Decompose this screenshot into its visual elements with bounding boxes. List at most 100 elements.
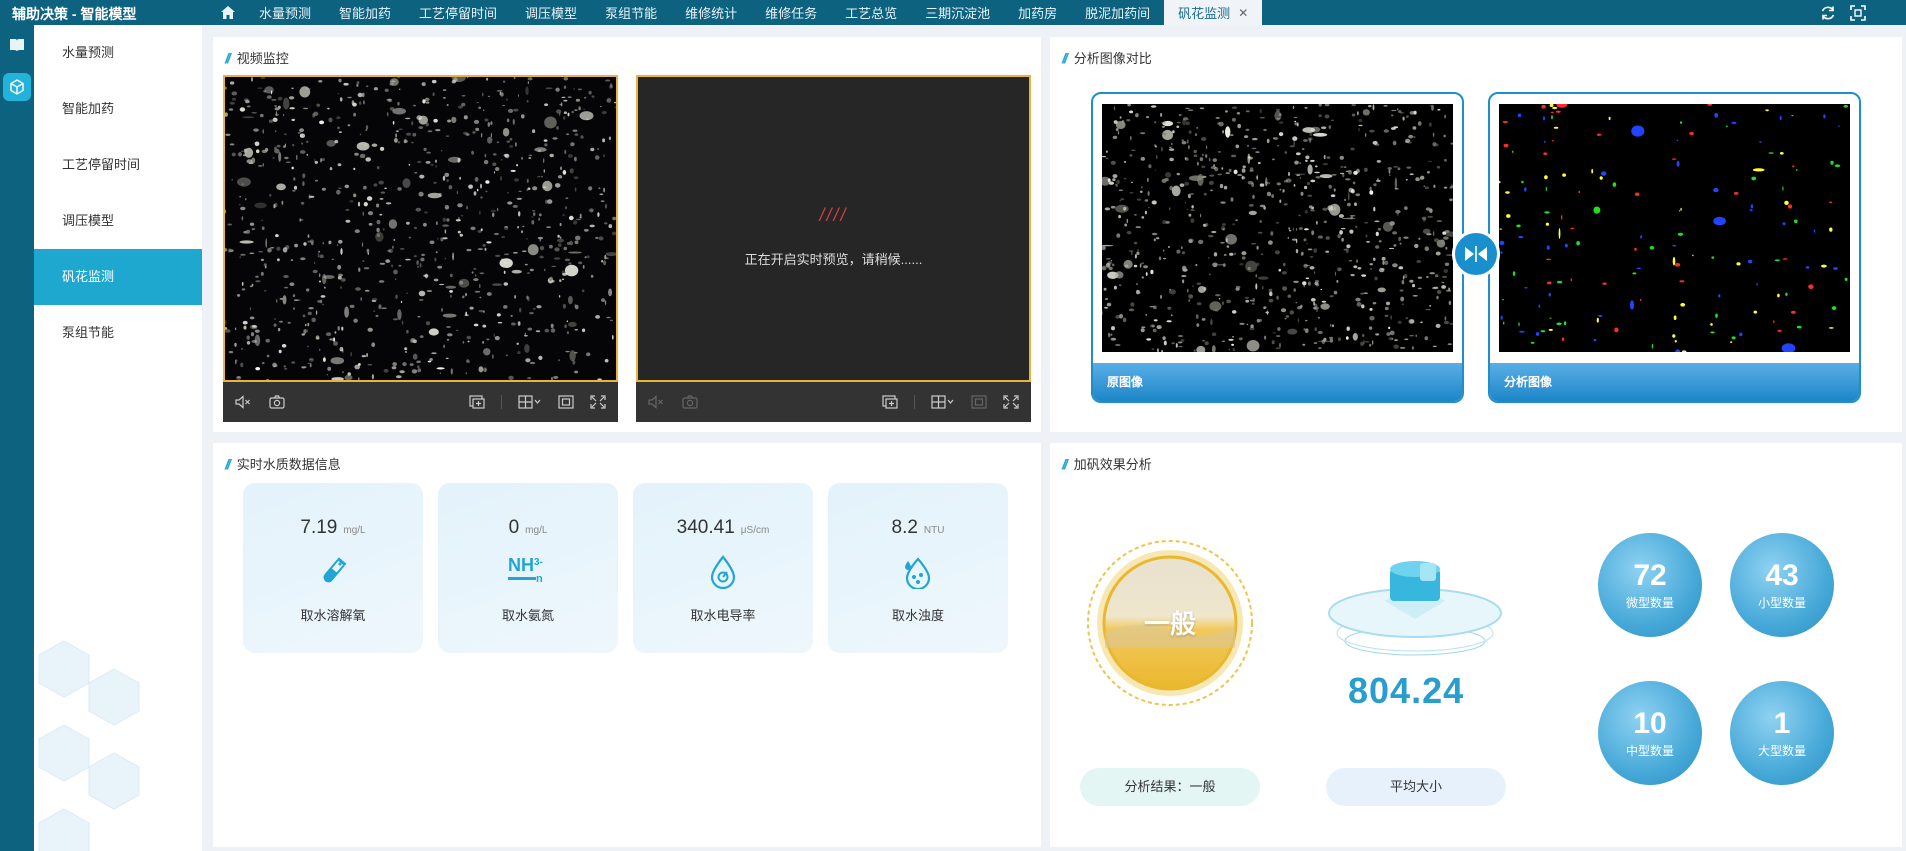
floc-particle [1316, 220, 1318, 225]
floc-particle [1222, 130, 1224, 134]
tab-pressure-model[interactable]: 调压模型 [511, 0, 591, 25]
floc-particle [1731, 121, 1737, 124]
video-player-1[interactable] [223, 75, 618, 422]
floc-particle [296, 154, 298, 161]
rail-model-button[interactable] [0, 69, 34, 105]
floc-particle [501, 236, 505, 238]
floc-particle [1436, 165, 1441, 169]
floc-particle [1321, 126, 1327, 130]
tab-maintenance-tasks[interactable]: 维修任务 [751, 0, 831, 25]
floc-particle [1141, 326, 1146, 328]
tab-floc-monitoring[interactable]: 矾花监测 ✕ [1164, 0, 1263, 25]
floc-particle [1252, 194, 1255, 199]
floc-particle [1206, 145, 1208, 150]
sidebar-item-retention-time[interactable]: 工艺停留时间 [34, 137, 202, 193]
floc-particle [283, 275, 289, 278]
floc-particle [1148, 164, 1152, 169]
floc-particle [307, 234, 310, 238]
fullscreen-icon[interactable] [1850, 4, 1866, 21]
floc-particle [1103, 287, 1107, 291]
refresh-icon[interactable] [1820, 5, 1836, 21]
floc-particle [291, 87, 294, 89]
video-player-2[interactable]: //// 正在开启实时预览，请稍候...... [636, 75, 1031, 422]
floc-particle [1167, 246, 1170, 248]
floc-particle [1426, 276, 1429, 278]
conductivity-drop-icon [710, 555, 736, 589]
floc-particle [366, 196, 373, 201]
mute-icon[interactable] [235, 395, 251, 409]
floc-particle [487, 122, 490, 127]
floc-particle [236, 376, 242, 380]
expand-icon[interactable] [1003, 395, 1019, 409]
floc-particle [502, 104, 506, 107]
floc-particle [242, 320, 248, 325]
sidebar-item-pressure-model[interactable]: 调压模型 [34, 193, 202, 249]
floc-particle [1347, 202, 1351, 207]
layout-grid-icon[interactable] [518, 395, 542, 409]
floc-particle [1176, 121, 1181, 124]
floc-particle [1115, 315, 1121, 319]
floc-particle [1442, 275, 1447, 279]
camera-icon[interactable] [682, 395, 698, 409]
sidebar-item-smart-dosing[interactable]: 智能加药 [34, 81, 202, 137]
tab-smart-dosing[interactable]: 智能加药 [325, 0, 405, 25]
sidebar-item-floc-monitoring[interactable]: 矾花监测 [34, 249, 202, 305]
floc-particle [1355, 193, 1361, 197]
floc-particle [1630, 300, 1634, 310]
sidebar-item-water-forecast[interactable]: 水量预测 [34, 25, 202, 81]
floc-particle [375, 231, 384, 242]
floc-particle [1231, 106, 1238, 109]
tab-process-overview[interactable]: 工艺总览 [831, 0, 911, 25]
floc-particle [1425, 207, 1431, 211]
floc-particle [1314, 327, 1317, 332]
floc-particle [1393, 166, 1399, 168]
original-image-label: 原图像 [1093, 363, 1462, 401]
tab-water-forecast[interactable]: 水量预测 [245, 0, 325, 25]
floc-particle [1307, 181, 1310, 186]
tab-pump-saving[interactable]: 泵组节能 [591, 0, 671, 25]
floc-particle [502, 127, 510, 137]
floc-particle [473, 323, 479, 327]
floc-particle [1294, 160, 1299, 165]
aspect-ratio-icon[interactable] [971, 395, 987, 409]
floc-particle [246, 341, 251, 345]
floc-particle [541, 175, 543, 178]
camera-icon[interactable] [269, 395, 285, 409]
record-icon[interactable] [882, 395, 898, 409]
floc-particle [400, 300, 403, 304]
close-icon[interactable]: ✕ [1238, 6, 1248, 20]
compare-slider-handle[interactable] [1452, 230, 1500, 278]
home-button[interactable] [210, 0, 245, 25]
floc-particle [1518, 322, 1520, 327]
floc-particle [1401, 280, 1405, 285]
record-icon[interactable] [469, 395, 485, 409]
aspect-ratio-icon[interactable] [558, 395, 574, 409]
floc-particle [1393, 244, 1397, 247]
tab-sedimentation-tank[interactable]: 三期沉淀池 [911, 0, 1004, 25]
tab-dewatering-dosing[interactable]: 脱泥加药间 [1071, 0, 1164, 25]
analysis-image-card[interactable]: 分析图像 [1488, 92, 1861, 403]
tab-retention-time[interactable]: 工艺停留时间 [405, 0, 511, 25]
floc-particle [1118, 214, 1121, 219]
tab-maintenance-stats[interactable]: 维修统计 [671, 0, 751, 25]
expand-icon[interactable] [590, 395, 606, 409]
floc-particle [1225, 172, 1230, 174]
floc-particle [441, 149, 443, 152]
floc-particle [1162, 132, 1167, 136]
floc-particle [385, 202, 392, 205]
floc-particle [1169, 157, 1174, 162]
floc-particle [411, 141, 414, 144]
layout-grid-icon[interactable] [931, 395, 955, 409]
mute-icon[interactable] [648, 395, 664, 409]
floc-particle [302, 134, 305, 137]
floc-particle [1203, 192, 1207, 196]
rail-book-button[interactable] [0, 27, 34, 63]
floc-particle [521, 114, 525, 119]
floc-particle [1278, 268, 1282, 272]
tab-dosing-room[interactable]: 加药房 [1004, 0, 1071, 25]
sidebar-item-pump-saving[interactable]: 泵组节能 [34, 305, 202, 361]
floc-particle [1301, 148, 1305, 150]
floc-particle [425, 161, 431, 164]
original-image-card[interactable]: 原图像 [1091, 92, 1464, 403]
floc-particle [514, 295, 516, 299]
